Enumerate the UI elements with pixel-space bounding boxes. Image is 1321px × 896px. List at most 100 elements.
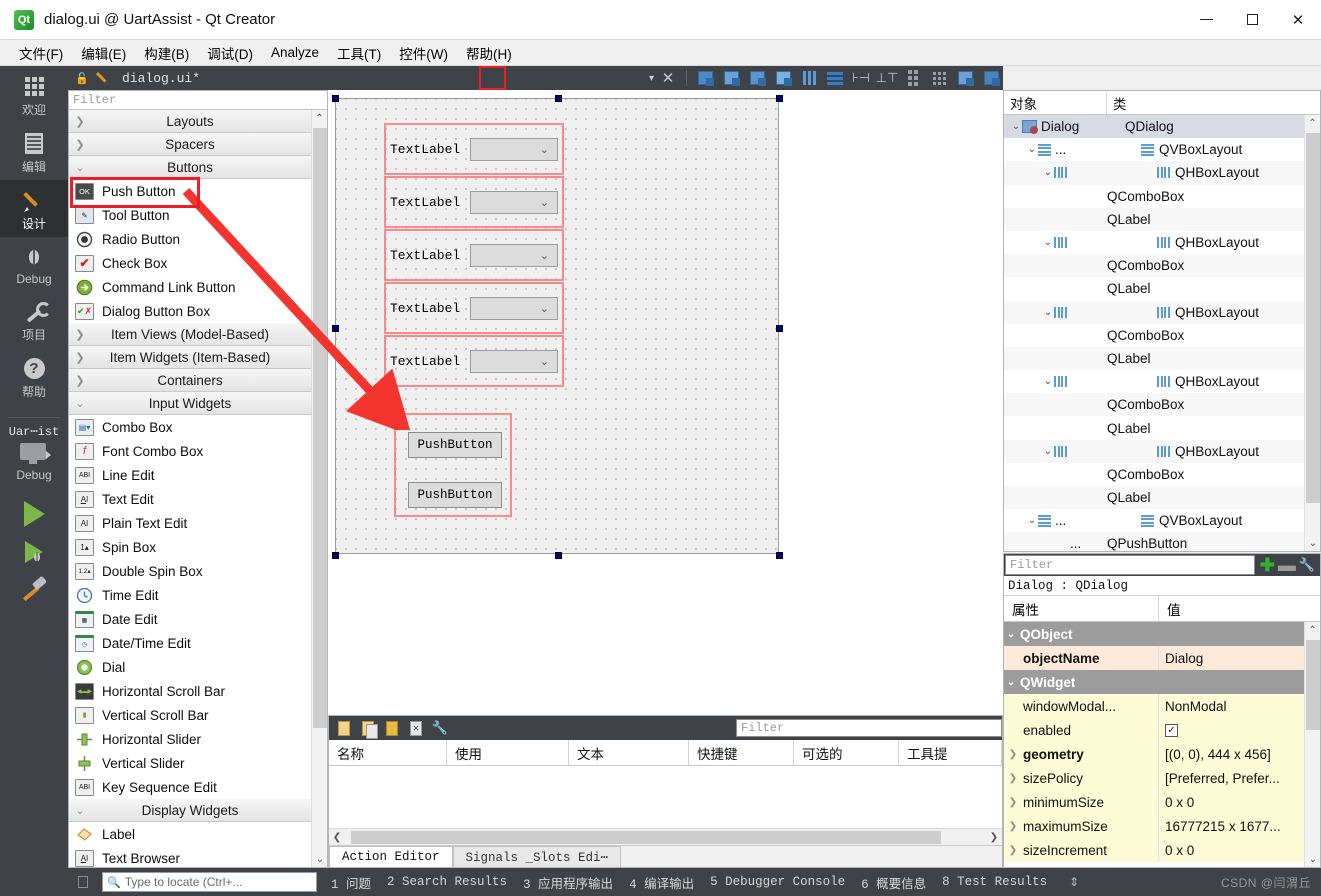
tab-action-editor[interactable]: Action Editor	[329, 846, 453, 867]
action-col-text[interactable]: 文本	[569, 740, 689, 765]
menu-file[interactable]: 文件(F)	[10, 40, 72, 66]
chevron-down-icon[interactable]: ▾	[649, 73, 654, 84]
form-row-3[interactable]: TextLabel ⌄	[384, 282, 564, 334]
widget-category-input-widgets[interactable]: ⌄ Input Widgets	[69, 392, 311, 415]
tree-row-pushbutton[interactable]: ... QPushButton	[1004, 532, 1320, 551]
scroll-down-icon[interactable]: ⌄	[1305, 535, 1320, 551]
widget-item-combo-box[interactable]: ▤▾ Combo Box	[69, 415, 311, 439]
form-label-4[interactable]: TextLabel	[390, 354, 460, 369]
widget-category-display-widgets[interactable]: ⌄ Display Widgets	[69, 799, 311, 822]
widget-item-push-button[interactable]: OK Push Button	[69, 179, 311, 203]
widget-category-containers[interactable]: ❯ Containers	[69, 369, 311, 392]
property-column-header[interactable]: 属性	[1004, 596, 1159, 621]
object-inspector-tree[interactable]: ⌄ Dialog QDialog ⌄ ... QVBoxLayout ⌄ QHB…	[1004, 115, 1320, 551]
action-editor-list[interactable]	[329, 766, 1002, 828]
build-button[interactable]	[21, 577, 47, 603]
widget-item-double-spin-box[interactable]: 1.2▴ Double Spin Box	[69, 559, 311, 583]
mode-debug[interactable]: Debug	[0, 237, 68, 291]
chevron-down-icon[interactable]: ⌄	[1042, 307, 1054, 318]
tab-signals-slots-editor[interactable]: Signals _Slots Edi⋯	[452, 846, 622, 867]
widget-category-buttons[interactable]: ⌄ Buttons	[69, 156, 311, 179]
mode-welcome[interactable]: 欢迎	[0, 66, 68, 123]
action-col-checkable[interactable]: 可选的	[794, 740, 899, 765]
action-editor-filter-input[interactable]: Filter	[736, 719, 1002, 737]
form-label-0[interactable]: TextLabel	[390, 142, 460, 157]
run-button[interactable]	[23, 501, 45, 527]
widget-item-check-box[interactable]: ✔ Check Box	[69, 251, 311, 275]
design-form-dialog[interactable]: TextLabel ⌄ TextLabel ⌄ TextLabel ⌄ Text…	[332, 95, 783, 559]
debug-button[interactable]	[25, 541, 43, 563]
pane-debugger-console[interactable]: 5 Debugger Console	[710, 875, 845, 889]
property-filter-input[interactable]: Filter	[1005, 555, 1255, 575]
pane-compile-output[interactable]: 4 编译输出	[629, 873, 694, 892]
form-row-4[interactable]: TextLabel ⌄	[384, 335, 564, 387]
configure-icon[interactable]: 🔧	[430, 718, 450, 738]
widget-item-horizontal-slider[interactable]: Horizontal Slider	[69, 727, 311, 751]
property-value[interactable]: 16777215 x 1677...	[1159, 814, 1320, 838]
selection-handle-br[interactable]	[776, 552, 783, 559]
scroll-right-icon[interactable]: ❯	[986, 832, 1002, 843]
pane-search-results[interactable]: 2 Search Results	[387, 875, 507, 889]
scroll-down-icon[interactable]: ⌄	[312, 851, 327, 867]
tree-row-label-4[interactable]: QLabel	[1004, 416, 1320, 439]
widget-box-scrollbar[interactable]: ⌃ ⌄	[311, 110, 327, 867]
pane-test-results[interactable]: 8 Test Results	[942, 875, 1047, 889]
up-down-arrows-icon[interactable]: ⇕	[1069, 875, 1079, 889]
edit-signals-slots-icon[interactable]	[719, 67, 743, 89]
kit-selector[interactable]: Uar⋯ist Debug	[0, 422, 68, 487]
widget-item-horizontal-scroll-bar[interactable]: ◀▬▶ Horizontal Scroll Bar	[69, 679, 311, 703]
widget-item-spin-box[interactable]: 1▴ Spin Box	[69, 535, 311, 559]
layout-form-icon[interactable]	[901, 67, 925, 89]
break-layout-icon[interactable]	[953, 67, 977, 89]
edit-widgets-icon[interactable]	[693, 67, 717, 89]
scroll-up-icon[interactable]: ⌃	[1305, 115, 1320, 131]
tree-row-label-1[interactable]: QLabel	[1004, 207, 1320, 231]
lock-open-icon[interactable]: 🔓	[74, 70, 90, 86]
property-value[interactable]: [(0, 0), 444 x 456]	[1159, 742, 1320, 766]
form-row-2[interactable]: TextLabel ⌄	[384, 229, 564, 281]
tree-row-combobox-1[interactable]: QComboBox	[1004, 185, 1320, 208]
selection-handle-ml[interactable]	[332, 325, 339, 332]
chevron-down-icon[interactable]: ⌄	[1042, 237, 1054, 248]
chevron-down-icon[interactable]: ⌄	[1042, 376, 1054, 387]
mode-projects[interactable]: 项目	[0, 291, 68, 348]
widget-item-dialog-button-box[interactable]: ✔ ✗ Dialog Button Box	[69, 299, 311, 323]
menu-analyze[interactable]: Analyze	[262, 42, 328, 63]
tree-row-combobox-4[interactable]: QComboBox	[1004, 393, 1320, 417]
widget-item-time-edit[interactable]: Time Edit	[69, 583, 311, 607]
widget-item-date-edit[interactable]: ▦ Date Edit	[69, 607, 311, 631]
property-row-sizepolicy[interactable]: ❯ sizePolicy [Preferred, Prefer...	[1004, 766, 1320, 790]
selection-handle-tr[interactable]	[776, 95, 783, 102]
widget-item-dial[interactable]: Dial	[69, 655, 311, 679]
chevron-right-icon[interactable]: ❯	[1006, 773, 1020, 784]
selection-handle-bc[interactable]	[555, 552, 562, 559]
property-editor-scrollbar[interactable]: ⌃ ⌄	[1304, 622, 1320, 867]
tree-row-hboxlayout-4[interactable]: ⌄ QHBoxLayout	[1004, 370, 1320, 393]
widget-item-tool-button[interactable]: ✎ Tool Button	[69, 203, 311, 227]
form-row-0[interactable]: TextLabel ⌄	[384, 123, 564, 175]
scrollbar-thumb[interactable]	[313, 128, 327, 728]
tree-row-label-2[interactable]: QLabel	[1004, 277, 1320, 300]
form-label-3[interactable]: TextLabel	[390, 301, 460, 316]
widget-item-text-edit[interactable]: AI Text Edit	[69, 487, 311, 511]
scroll-down-icon[interactable]: ⌄	[1305, 851, 1320, 867]
scrollbar-thumb[interactable]	[1306, 133, 1320, 503]
widget-item-text-browser[interactable]: AI Text Browser	[69, 846, 311, 867]
selection-handle-bl[interactable]	[332, 552, 339, 559]
chevron-right-icon[interactable]: ❯	[1006, 797, 1020, 808]
form-canvas-area[interactable]: TextLabel ⌄ TextLabel ⌄ TextLabel ⌄ Text…	[328, 90, 1003, 715]
form-combobox-1[interactable]: ⌄	[470, 190, 558, 214]
widget-item-vertical-slider[interactable]: Vertical Slider	[69, 751, 311, 775]
form-push-button-1[interactable]: PushButton	[408, 482, 502, 508]
property-editor-rows[interactable]: ⌄ QObject objectName Dialog ⌄ QWidget wi…	[1004, 622, 1320, 867]
edit-buddies-icon[interactable]	[745, 67, 769, 89]
open-file-name[interactable]: dialog.ui*	[122, 71, 200, 86]
selection-handle-tc[interactable]	[555, 95, 562, 102]
mode-help[interactable]: ? 帮助	[0, 348, 68, 405]
widget-item-line-edit[interactable]: ABI Line Edit	[69, 463, 311, 487]
enabled-checkbox[interactable]: ✓	[1165, 723, 1178, 737]
selection-handle-mr[interactable]	[776, 325, 783, 332]
widget-item-label[interactable]: Label	[69, 822, 311, 846]
menu-widgets[interactable]: 控件(W)	[390, 40, 457, 66]
chevron-down-icon[interactable]: ⌄	[1004, 677, 1018, 688]
